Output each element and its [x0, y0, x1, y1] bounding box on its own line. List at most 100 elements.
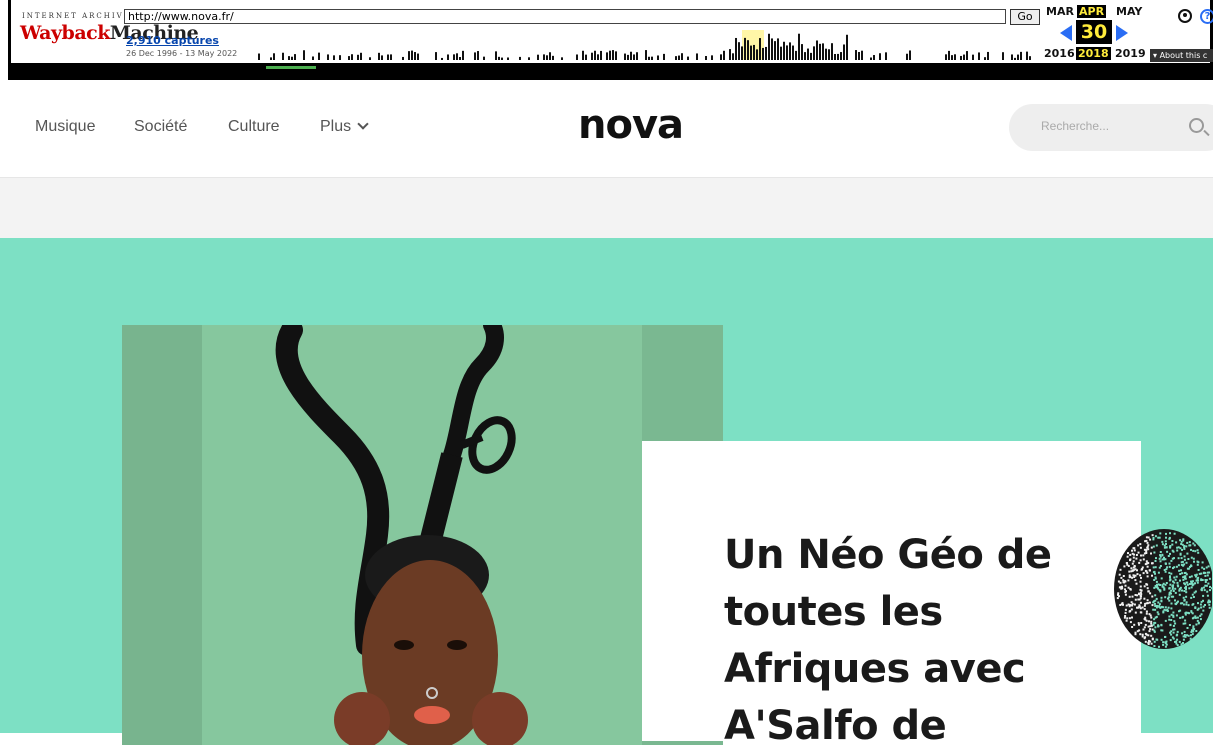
noise-dot [1156, 611, 1159, 614]
help-icon[interactable]: ? [1200, 9, 1213, 24]
sparkline-bar [951, 55, 953, 60]
noise-dot [1175, 575, 1178, 578]
noise-dot [1153, 602, 1156, 605]
noise-dot [1148, 601, 1151, 604]
noise-dot [1190, 634, 1192, 637]
sparkline-bar [1017, 54, 1019, 60]
noise-dot [1165, 546, 1168, 549]
noise-dot [1172, 590, 1175, 592]
noise-dot [1142, 628, 1145, 631]
noise-dot [1172, 611, 1175, 614]
captures-link[interactable]: 2,910 captures [126, 34, 219, 47]
year-prev[interactable]: 2016 [1044, 47, 1075, 60]
sparkline-bar [537, 54, 539, 60]
noise-dot [1137, 544, 1140, 547]
noise-dot [1199, 614, 1202, 617]
hero-card[interactable]: Un Néo Géo de toutes les Afriques avec A… [642, 441, 1141, 749]
month-prev[interactable]: MAR [1046, 5, 1074, 18]
sparkline-bar [909, 50, 911, 60]
chevron-down-icon [357, 118, 369, 130]
noise-dot [1131, 576, 1134, 579]
sparkline-bar [825, 48, 827, 60]
sparkline-bar [624, 53, 626, 60]
search-icon[interactable] [1189, 118, 1204, 133]
nav-item-musique[interactable]: Musique [35, 118, 95, 136]
search-box[interactable] [1009, 104, 1213, 151]
capture-sparkline[interactable] [258, 30, 1038, 60]
noise-dot [1170, 572, 1173, 575]
prev-capture-arrow-icon[interactable] [1060, 25, 1072, 41]
noise-dot [1211, 587, 1212, 590]
sparkline-bar [462, 50, 464, 60]
sparkline-bar [792, 45, 794, 60]
noise-dot [1123, 581, 1126, 584]
noise-dot [1191, 612, 1194, 615]
noise-dot [1146, 575, 1149, 578]
sparkline-bar [720, 54, 722, 60]
noise-dot [1204, 574, 1207, 577]
noise-dot [1158, 605, 1161, 608]
noise-dot [1154, 577, 1157, 580]
noise-dot [1127, 579, 1130, 582]
sparkline-bar [576, 54, 578, 60]
sparkline-bar [627, 54, 629, 60]
sparkline-bar [798, 33, 800, 60]
noise-dot [1125, 562, 1128, 564]
noise-dot [1119, 568, 1122, 571]
noise-dot [1159, 560, 1162, 563]
user-icon[interactable] [1178, 9, 1192, 23]
sparkline-bar [978, 52, 980, 60]
go-button[interactable]: Go [1010, 9, 1040, 25]
sparkline-bar [447, 54, 449, 60]
noise-dot [1202, 599, 1204, 602]
noise-dot [1168, 571, 1171, 574]
sparkline-bar [288, 56, 290, 60]
calendar-day: 30 [1076, 20, 1112, 44]
noise-dot [1154, 605, 1157, 607]
month-next[interactable]: MAY [1116, 5, 1142, 18]
noise-dot [1124, 588, 1126, 591]
noise-dot [1143, 637, 1146, 640]
noise-dot [1179, 553, 1182, 556]
noise-dot [1136, 594, 1139, 597]
noise-dot [1125, 619, 1128, 622]
nav-item-societe[interactable]: Société [134, 118, 187, 136]
noise-dot [1186, 583, 1189, 586]
noise-dot [1204, 604, 1206, 606]
noise-dot [1183, 630, 1186, 633]
sparkline-bar [687, 56, 689, 60]
noise-dot [1139, 585, 1142, 588]
capture-date-range: 26 Dec 1996 - 13 May 2022 [126, 49, 238, 58]
noise-dot [1150, 622, 1153, 625]
year-next[interactable]: 2019 [1115, 47, 1146, 60]
noise-dot [1170, 633, 1173, 636]
noise-dot [1201, 579, 1204, 581]
about-capture-button[interactable]: ▾ About this c [1150, 49, 1213, 62]
sparkline-bar [1002, 52, 1004, 60]
noise-dot [1160, 606, 1163, 609]
url-input[interactable]: http://www.nova.fr/ [124, 9, 1006, 24]
noise-dot [1176, 644, 1179, 647]
noise-dot [1195, 573, 1198, 576]
noise-dot [1147, 641, 1150, 644]
noise-dot [1138, 592, 1140, 595]
noise-dot [1131, 595, 1134, 598]
noise-dot [1141, 635, 1144, 638]
sparkline-bar [960, 55, 962, 60]
noise-dot [1199, 618, 1202, 621]
search-input[interactable] [1041, 119, 1161, 133]
noise-dot [1188, 576, 1191, 579]
nav-item-plus[interactable]: Plus [320, 118, 369, 136]
noise-dot [1158, 603, 1161, 606]
sparkline-bar [615, 51, 617, 60]
noise-dot [1207, 565, 1210, 568]
hero-title[interactable]: Un Néo Géo de toutes les Afriques avec A… [724, 527, 1084, 755]
noise-dot [1127, 565, 1130, 567]
sparkline-bar [870, 57, 872, 60]
next-capture-arrow-icon[interactable] [1116, 25, 1128, 41]
noise-dot [1134, 579, 1137, 582]
site-logo[interactable]: nova [578, 102, 684, 148]
hero-image[interactable] [122, 325, 723, 745]
nav-item-culture[interactable]: Culture [228, 118, 280, 136]
noise-dot [1172, 624, 1175, 627]
